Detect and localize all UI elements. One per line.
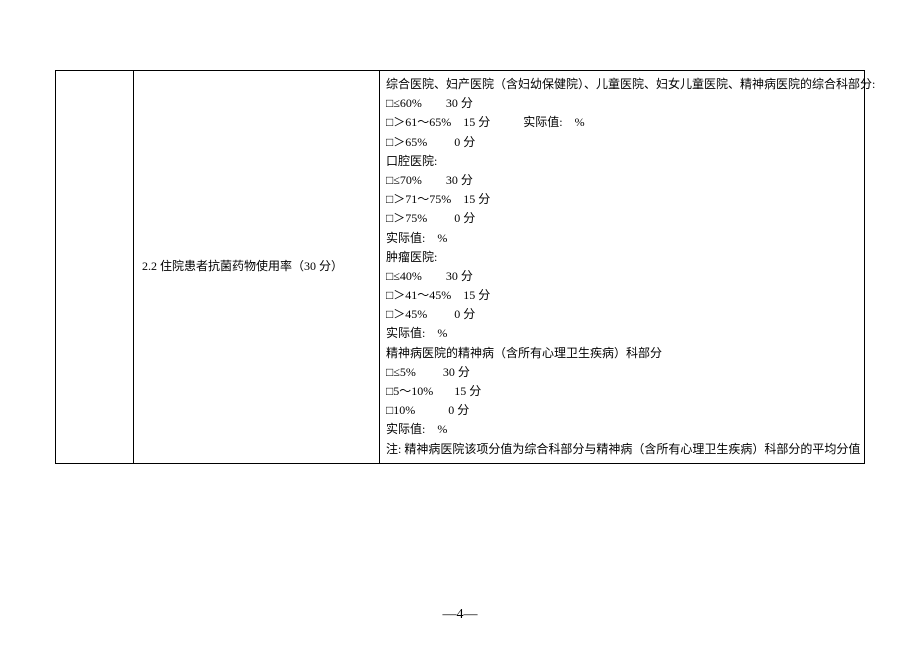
page-number: —4— xyxy=(0,607,920,623)
detail-line: 口腔医院: xyxy=(386,152,858,171)
detail-line: □＞61～65% 15 分 实际值: % xyxy=(386,113,858,132)
category-cell xyxy=(56,71,134,464)
item-title: 2.2 住院患者抗菌药物使用率（30 分） xyxy=(142,259,343,273)
detail-line: □＞75% 0 分 xyxy=(386,209,858,228)
detail-line: 综合医院、妇产医院（含妇幼保健院）、儿童医院、妇女儿童医院、精神病医院的综合科部… xyxy=(386,75,858,94)
detail-line: 实际值: % xyxy=(386,229,858,248)
scoring-table: 2.2 住院患者抗菌药物使用率（30 分） 综合医院、妇产医院（含妇幼保健院）、… xyxy=(55,70,865,464)
detail-line: □≤70% 30 分 xyxy=(386,171,858,190)
detail-line: 实际值: % xyxy=(386,420,858,439)
detail-line: □10% 0 分 xyxy=(386,401,858,420)
detail-line: □5～10% 15 分 xyxy=(386,382,858,401)
item-detail-cell: 综合医院、妇产医院（含妇幼保健院）、儿童医院、妇女儿童医院、精神病医院的综合科部… xyxy=(380,71,865,464)
detail-line: 肿瘤医院: xyxy=(386,248,858,267)
detail-line: □＞45% 0 分 xyxy=(386,305,858,324)
detail-line: 注: 精神病医院该项分值为综合科部分与精神病（含所有心理卫生疾病）科部分的平均分… xyxy=(386,440,858,459)
detail-line: □＞65% 0 分 xyxy=(386,133,858,152)
detail-line: 实际值: % xyxy=(386,324,858,343)
detail-line: □≤5% 30 分 xyxy=(386,363,858,382)
table-row: 2.2 住院患者抗菌药物使用率（30 分） 综合医院、妇产医院（含妇幼保健院）、… xyxy=(56,71,865,464)
detail-line: 精神病医院的精神病（含所有心理卫生疾病）科部分 xyxy=(386,344,858,363)
document-page: 2.2 住院患者抗菌药物使用率（30 分） 综合医院、妇产医院（含妇幼保健院）、… xyxy=(0,0,920,651)
detail-line: □≤60% 30 分 xyxy=(386,94,858,113)
detail-line: □＞41～45% 15 分 xyxy=(386,286,858,305)
item-title-cell: 2.2 住院患者抗菌药物使用率（30 分） xyxy=(134,71,380,464)
detail-line: □≤40% 30 分 xyxy=(386,267,858,286)
detail-line: □＞71～75% 15 分 xyxy=(386,190,858,209)
